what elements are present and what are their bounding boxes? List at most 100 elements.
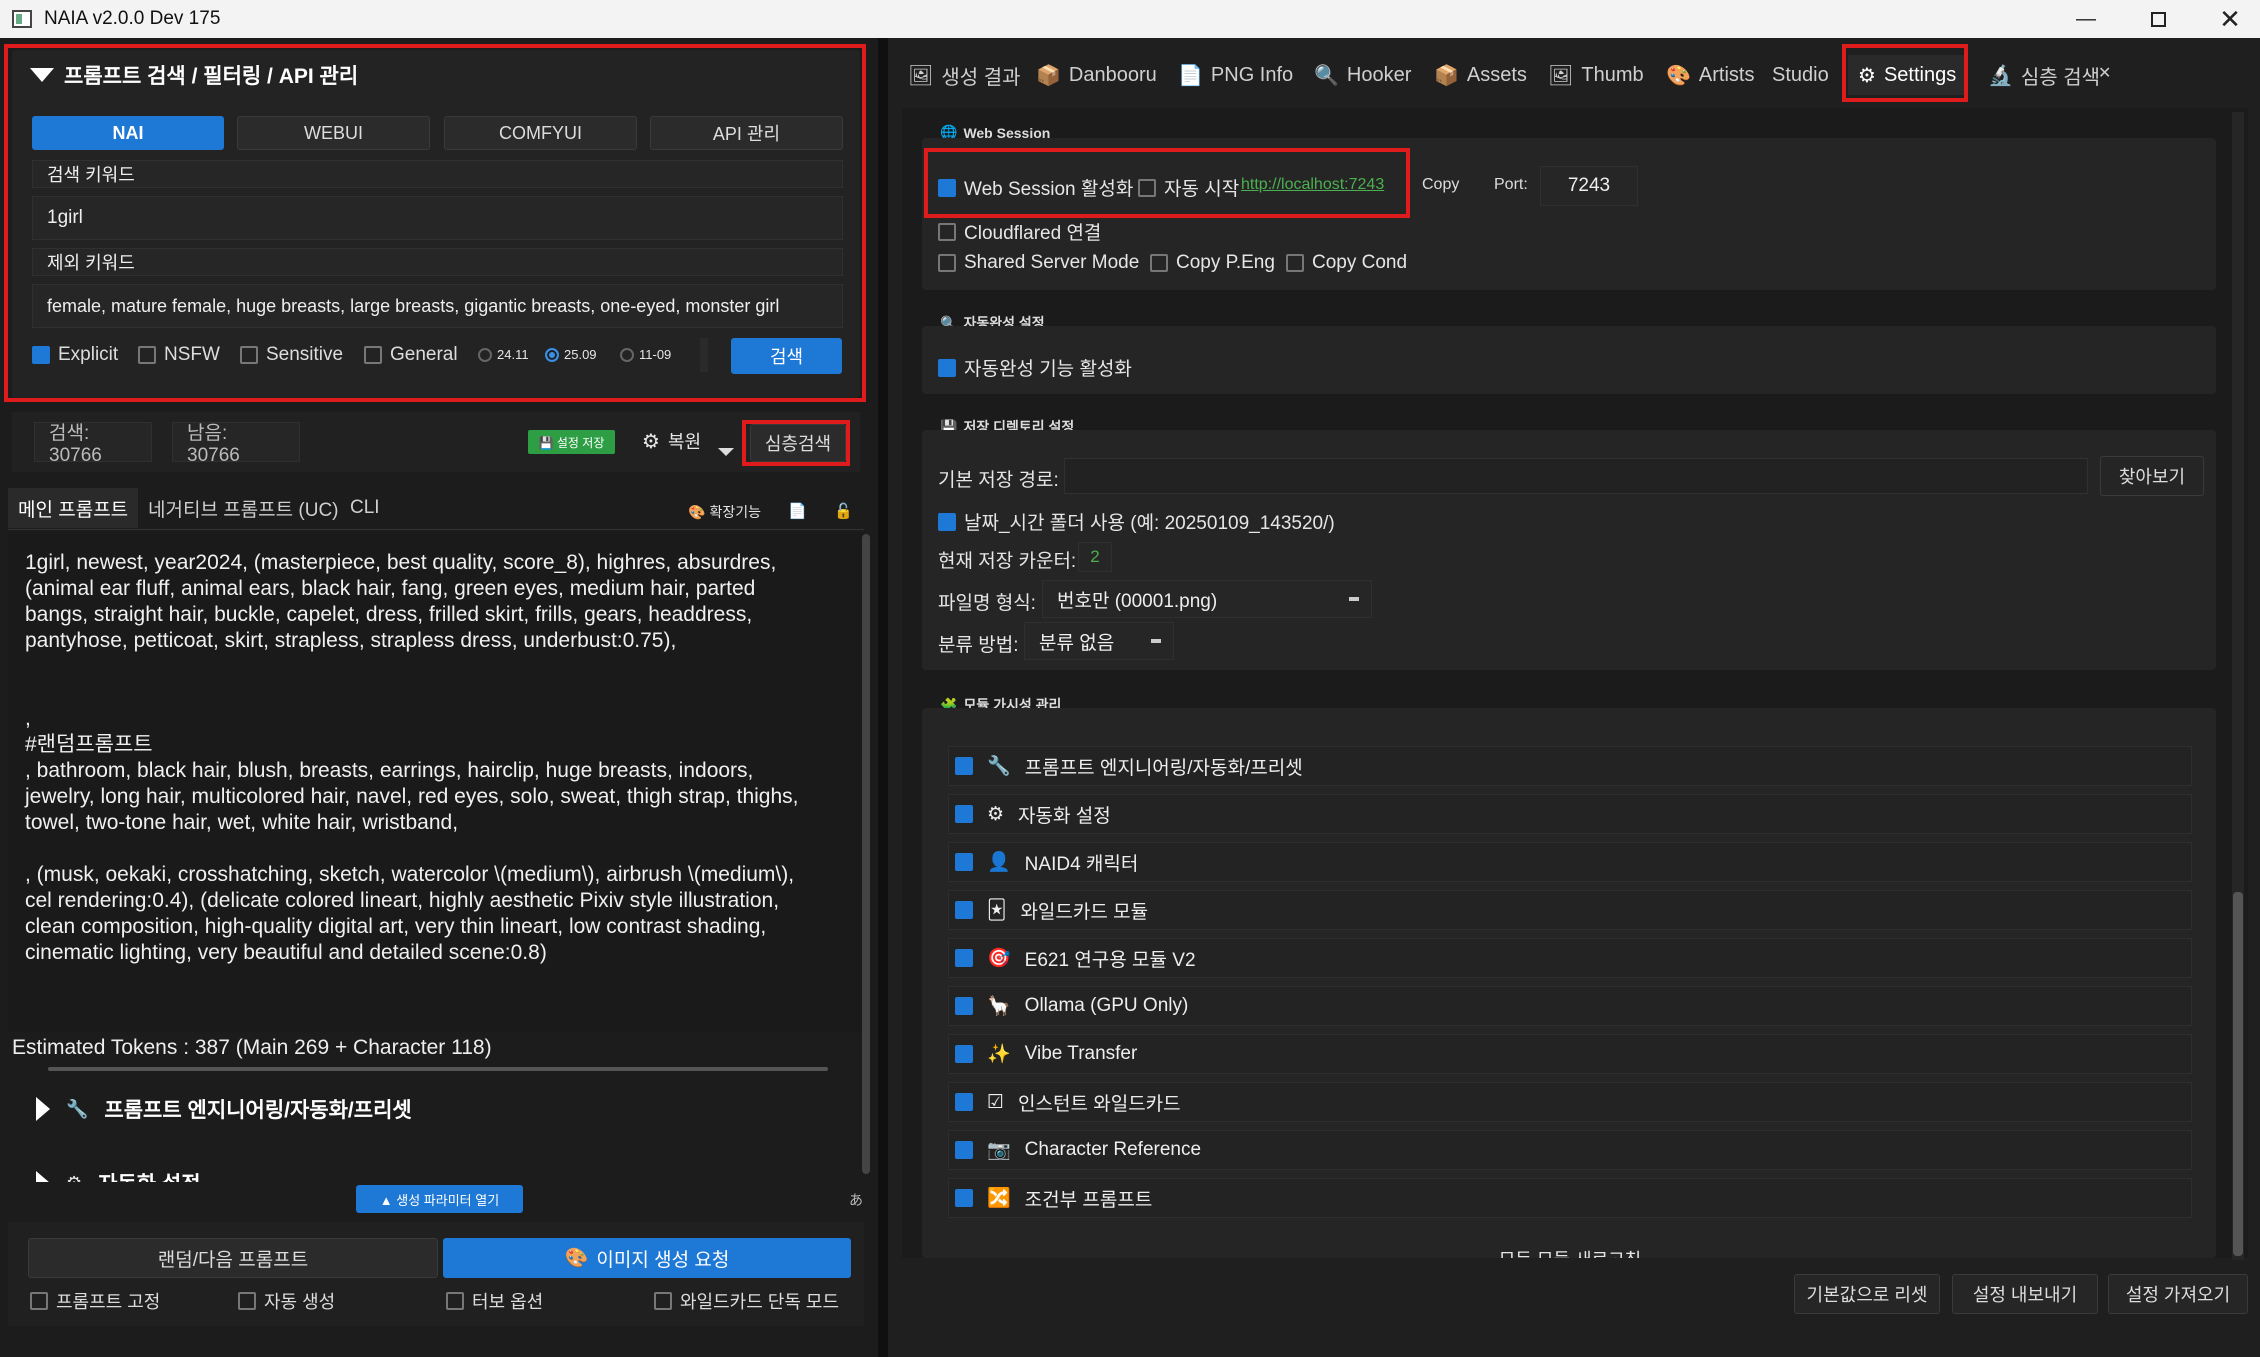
module-row[interactable]: 🔧 프롬프트 엔지니어링/자동화/프리셋 [948,746,2192,786]
version-2509-radio[interactable] [545,347,559,362]
browse-button[interactable]: 찾아보기 [2100,456,2204,496]
module-checkbox[interactable] [955,805,973,823]
filter-explicit[interactable]: Explicit [32,344,118,366]
settings-scroll-thumb[interactable] [2233,892,2243,1256]
prompt-scrollbar[interactable] [862,534,870,1174]
random-next-button[interactable]: 랜덤/다음 프롬프트 [28,1238,438,1278]
version-1109[interactable]: 11-09 [620,347,671,362]
exclude-keyword-input[interactable]: female, mature female, huge breasts, lar… [32,284,843,328]
check-turbo[interactable]: 터보 옵션 [446,1288,543,1314]
tab-settings[interactable]: ⚙ Settings [1848,55,1967,95]
filter-sensitive[interactable]: Sensitive [240,344,343,366]
module-row[interactable]: 🎯 E621 연구용 모듈 V2 [948,938,2192,978]
turbo-checkbox[interactable] [446,1292,464,1310]
filter-nsfw[interactable]: NSFW [138,344,220,366]
tab-danbooru[interactable]: 📦 Danbooru [1026,55,1167,95]
refresh-modules-button[interactable]: 모든 모듈 새로고침 [940,1246,2200,1258]
close-icon[interactable]: ✕ [2202,4,2258,34]
module-checkbox[interactable] [955,1093,973,1111]
tab-results[interactable]: 🖼 생성 결과 [898,55,1031,95]
copy-peng[interactable]: Copy P.Eng [1150,252,1275,274]
filename-select[interactable]: 번호만 (00001.png) [1042,580,1372,618]
module-checkbox[interactable] [955,757,973,775]
copy-url-button[interactable]: Copy [1422,176,1459,194]
main-prompt-textarea[interactable]: 1girl, newest, year2024, (masterpiece, b… [25,550,855,966]
cloudflared[interactable]: Cloudflared 연결 [938,218,1101,245]
module-checkbox[interactable] [955,997,973,1015]
base-path-input[interactable] [1064,458,2088,494]
open-params-button[interactable]: ▲ 생성 파라미터 열기 [356,1185,523,1213]
module-row[interactable]: 👤 NAID4 캐릭터 [948,842,2192,882]
filter-general[interactable]: General [364,344,458,366]
check-fix-prompt[interactable]: 프롬프트 고정 [30,1288,160,1314]
web-session-enable-checkbox[interactable] [938,178,956,197]
document-icon[interactable]: 📄 [788,502,807,520]
check-wildcard-only[interactable]: 와일드카드 단독 모드 [654,1288,839,1314]
import-settings-button[interactable]: 설정 가져오기 [2108,1274,2248,1314]
api-tab-api-manage[interactable]: API 관리 [650,116,843,150]
tab-cli[interactable]: CLI [340,488,390,528]
minimize-icon[interactable]: — [2058,4,2114,34]
module-row[interactable]: ⚙ 자동화 설정 [948,794,2192,834]
restore-dropdown-icon[interactable] [718,448,734,456]
module-checkbox[interactable] [955,1189,973,1207]
search-keyword-input[interactable]: 1girl [32,196,843,240]
copy-cond-checkbox[interactable] [1286,254,1304,272]
tab-thumb[interactable]: 🖼 Thumb [1538,55,1654,95]
tab-assets[interactable]: 📦 Assets [1424,55,1537,95]
classify-select[interactable]: 분류 없음 [1024,622,1174,660]
export-settings-button[interactable]: 설정 내보내기 [1952,1274,2098,1314]
explicit-checkbox[interactable] [32,346,50,364]
fix-prompt-checkbox[interactable] [30,1292,48,1310]
date-folder-option[interactable]: 날짜_시간 폴더 사용 (예: 20250109_143520/) [938,508,1335,535]
search-button[interactable]: 검색 [731,338,842,374]
panel-splitter[interactable] [878,38,888,1357]
sensitive-checkbox[interactable] [240,346,258,364]
version-2411-radio[interactable] [478,347,492,362]
module-row[interactable]: 📷 Character Reference [948,1130,2192,1170]
section-prompt-engineering[interactable]: 🔧 프롬프트 엔지니어링/자동화/프리셋 [36,1094,412,1124]
restore-button[interactable]: ⚙ 복원 [642,428,701,454]
version-2509[interactable]: 25.09 [545,347,597,362]
module-row[interactable]: 🃏 와일드카드 모듈 [948,890,2192,930]
module-row[interactable]: ☑ 인스턴트 와일드카드 [948,1082,2192,1122]
shared-server[interactable]: Shared Server Mode [938,252,1139,274]
localhost-link[interactable]: http://localhost:7243 [1241,176,1384,194]
version-1109-radio[interactable] [620,347,634,362]
tab-hooker[interactable]: 🔍 Hooker [1304,55,1421,95]
save-settings-button[interactable]: 💾 설정 저장 [528,430,615,454]
module-checkbox[interactable] [955,949,973,967]
module-checkbox[interactable] [955,1045,973,1063]
autocomplete-enable[interactable]: 자동완성 기능 활성화 [938,354,1132,381]
api-tab-comfyui[interactable]: COMFYUI [444,116,637,150]
port-input[interactable]: 7243 [1540,166,1638,206]
module-row[interactable]: 🦙 Ollama (GPU Only) [948,986,2192,1026]
tab-png-info[interactable]: 📄 PNG Info [1168,55,1303,95]
autocomplete-checkbox[interactable] [938,358,956,377]
lock-icon[interactable]: 🔓 [834,502,853,520]
copy-cond[interactable]: Copy Cond [1286,252,1407,274]
module-checkbox[interactable] [955,853,973,871]
tab-deep-search[interactable]: 🔬 심층 검색 [1978,55,2110,95]
copy-peng-checkbox[interactable] [1150,254,1168,272]
version-2411[interactable]: 24.11 [478,347,529,362]
tab-artists[interactable]: 🎨 Artists [1656,55,1764,95]
deep-search-button[interactable]: 심층검색 [750,424,846,462]
date-folder-checkbox[interactable] [938,512,956,531]
shared-server-checkbox[interactable] [938,254,956,272]
cloudflared-checkbox[interactable] [938,222,956,241]
extensions-button[interactable]: 🎨 확장기능 [688,502,761,522]
module-row[interactable]: ✨ Vibe Transfer [948,1034,2192,1074]
auto-start[interactable]: 자동 시작 [1138,174,1239,201]
nsfw-checkbox[interactable] [138,346,156,364]
wildcard-only-checkbox[interactable] [654,1292,672,1310]
maximize-icon[interactable] [2130,4,2186,34]
module-checkbox[interactable] [955,1141,973,1159]
close-tab-icon[interactable]: ✕ [2098,63,2111,83]
module-row[interactable]: 🔀 조건부 프롬프트 [948,1178,2192,1218]
auto-generate-checkbox[interactable] [238,1292,256,1310]
tab-main-prompt[interactable]: 메인 프롬프트 [8,488,139,528]
module-checkbox[interactable] [955,901,973,919]
api-tab-webui[interactable]: WEBUI [237,116,430,150]
generate-button[interactable]: 🎨 이미지 생성 요청 [443,1238,851,1278]
